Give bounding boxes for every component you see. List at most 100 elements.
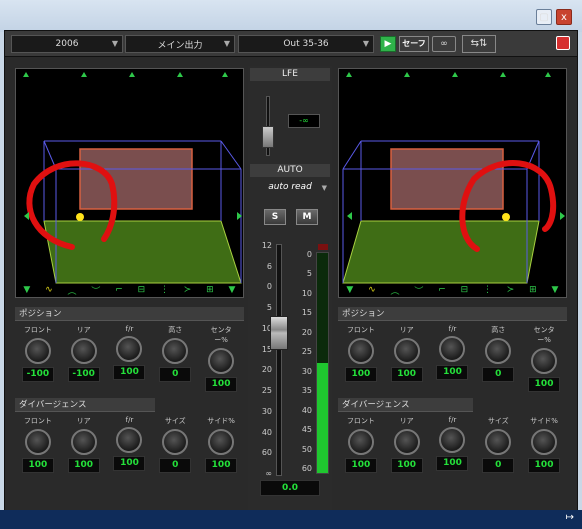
down-arrow-icon[interactable]: ▼: [229, 285, 236, 295]
knob-value[interactable]: 100: [528, 458, 561, 473]
knob-value[interactable]: 100: [113, 365, 146, 380]
chevron-down-icon: ▼: [111, 39, 118, 48]
panner-grid-right[interactable]: ▼ ∿ ︵ ︶ ⌐ ⊟ ⋮ ≻ ⊞ ▼: [338, 68, 567, 298]
arc-icon[interactable]: ︵: [391, 284, 400, 297]
meter-tick-label: 35: [301, 386, 312, 396]
volume-fader-handle[interactable]: [270, 316, 288, 350]
meter-tick-label: 25: [301, 347, 312, 357]
meter-tick-label: 0: [306, 250, 312, 259]
knob-value[interactable]: -100: [21, 367, 54, 382]
output-path-selector[interactable]: Out 35-36 ▼: [238, 35, 374, 53]
position-header: ポジション: [338, 307, 567, 321]
knob-value[interactable]: 100: [390, 367, 423, 382]
knob-value[interactable]: 100: [205, 377, 238, 392]
grid-icon[interactable]: ⊞: [529, 285, 537, 295]
knob[interactable]: [162, 429, 189, 455]
controls-right: ポジション フロント 100 リア 100 f/r 100 高さ 0 センター% 100 ダイバー…: [338, 307, 567, 507]
knob[interactable]: [439, 336, 466, 362]
solo-button[interactable]: S: [264, 209, 286, 225]
automation-mode-selector[interactable]: auto read ▼: [250, 179, 330, 195]
knob-group: サイズ 0: [155, 416, 195, 473]
corner-icon[interactable]: ⌐: [438, 285, 446, 295]
knob-value[interactable]: 100: [67, 458, 100, 473]
knob-value[interactable]: 0: [159, 367, 192, 382]
knob-label: フロント: [23, 326, 52, 334]
knob-value[interactable]: 0: [482, 458, 515, 473]
play-icon[interactable]: ▶: [380, 36, 396, 52]
corner-icon[interactable]: ⌐: [115, 285, 123, 295]
restore-icon[interactable]: ▢: [536, 9, 552, 25]
dots-icon[interactable]: ⋮: [160, 285, 169, 295]
knob-group: フロント -100: [18, 325, 58, 392]
knob-value[interactable]: 100: [21, 458, 54, 473]
down-arrow-icon[interactable]: ▼: [346, 285, 353, 295]
grid-icon[interactable]: ⊞: [206, 285, 214, 295]
knob-value[interactable]: 100: [205, 458, 238, 473]
pencil-icon[interactable]: ∿: [45, 285, 53, 295]
knob-group: センター% 100: [524, 325, 564, 392]
knob-label: センター%: [533, 326, 555, 344]
fader-tick-label: 5: [266, 303, 272, 313]
record-icon[interactable]: [556, 36, 570, 50]
knob[interactable]: [116, 427, 143, 453]
knob[interactable]: [116, 336, 143, 362]
knob-value[interactable]: 100: [344, 367, 377, 382]
knob[interactable]: [531, 429, 558, 455]
knob-group: サイド% 100: [201, 416, 241, 473]
divergence-icon[interactable]: ≻: [184, 285, 192, 295]
knob[interactable]: [24, 338, 51, 364]
knob[interactable]: [70, 338, 97, 364]
knob-label: 高さ: [168, 326, 183, 334]
dots-icon[interactable]: ⋮: [483, 285, 492, 295]
knob-value[interactable]: 100: [528, 377, 561, 392]
knob[interactable]: [393, 429, 420, 455]
arc-icon[interactable]: ︶: [91, 284, 100, 297]
link-icon[interactable]: ∞: [432, 36, 456, 52]
output-name-label: メイン出力: [157, 40, 203, 51]
knob-value[interactable]: 100: [436, 365, 469, 380]
expand-icon[interactable]: ↦: [566, 512, 574, 523]
knob[interactable]: [439, 427, 466, 453]
lock-icon[interactable]: ⊟: [461, 285, 469, 295]
knob-value[interactable]: 100: [390, 458, 423, 473]
safe-button[interactable]: セーフ: [399, 36, 429, 52]
close-button[interactable]: x: [556, 9, 572, 25]
knob[interactable]: [24, 429, 51, 455]
knob[interactable]: [531, 348, 558, 374]
down-arrow-icon[interactable]: ▼: [23, 285, 30, 295]
meter-tick-label: 40: [301, 405, 312, 415]
panner-grid-left[interactable]: ▼ ∿ ︵ ︶ ⌐ ⊟ ⋮ ≻ ⊞ ▼: [15, 68, 244, 298]
knob[interactable]: [485, 429, 512, 455]
mirror-icon[interactable]: ⇆⇅: [462, 35, 496, 53]
knob-value[interactable]: -100: [67, 367, 100, 382]
divergence-icon[interactable]: ≻: [507, 285, 515, 295]
pencil-icon[interactable]: ∿: [368, 285, 376, 295]
knob[interactable]: [162, 338, 189, 364]
knob-value[interactable]: 100: [436, 456, 469, 471]
knob-value[interactable]: 100: [113, 456, 146, 471]
knob[interactable]: [485, 338, 512, 364]
track-selector[interactable]: 2006 ▼: [11, 35, 123, 53]
arc-icon[interactable]: ︵: [68, 284, 77, 297]
output-selector[interactable]: メイン出力 ▼: [125, 35, 235, 53]
arc-icon[interactable]: ︶: [414, 284, 423, 297]
fader-tick-label: 60: [261, 448, 272, 458]
knob-value[interactable]: 0: [159, 458, 192, 473]
knob[interactable]: [347, 338, 374, 364]
knob[interactable]: [347, 429, 374, 455]
automation-mode-label: auto read: [268, 182, 312, 192]
knob[interactable]: [208, 348, 235, 374]
knob[interactable]: [393, 338, 420, 364]
knob-value[interactable]: 0: [482, 367, 515, 382]
down-arrow-icon[interactable]: ▼: [552, 285, 559, 295]
mute-button[interactable]: M: [296, 209, 318, 225]
peak-indicator: [318, 244, 328, 250]
knob[interactable]: [70, 429, 97, 455]
knob-label: f/r: [448, 325, 457, 333]
knob-value[interactable]: 100: [344, 458, 377, 473]
knob[interactable]: [208, 429, 235, 455]
lock-icon[interactable]: ⊟: [138, 285, 146, 295]
panner-tools-left: ▼ ∿ ︵ ︶ ⌐ ⊟ ⋮ ≻ ⊞ ▼: [16, 283, 243, 297]
lfe-fader-handle[interactable]: [262, 126, 274, 148]
position-header: ポジション: [15, 307, 244, 321]
